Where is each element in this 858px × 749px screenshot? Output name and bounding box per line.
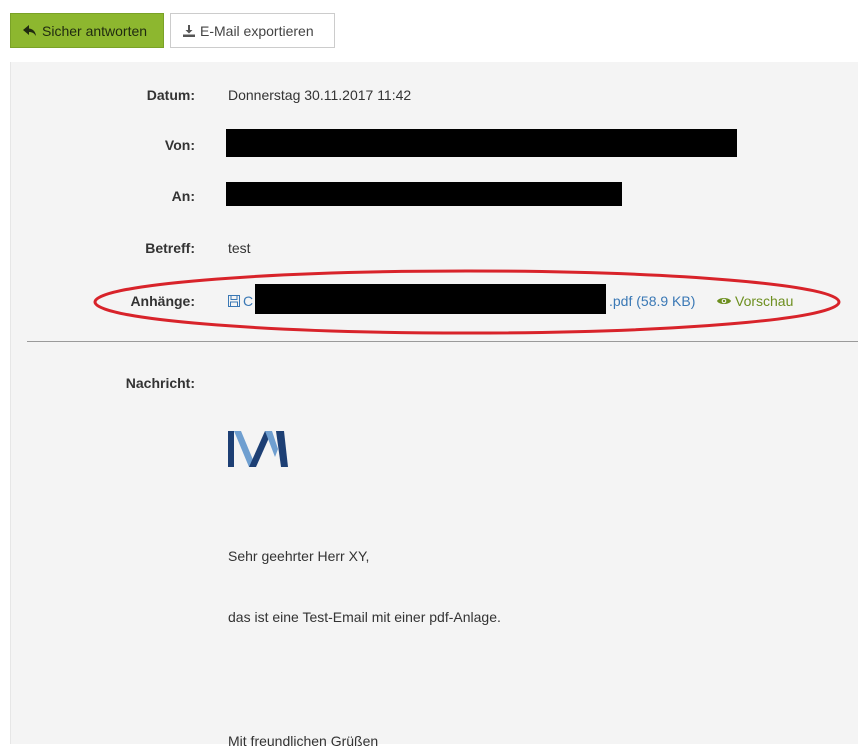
export-button-label: E-Mail exportieren	[200, 22, 314, 39]
attachments-label: Anhänge:	[130, 293, 195, 309]
from-label: Von:	[164, 137, 195, 153]
attachment-name-redacted	[255, 284, 606, 314]
export-email-button[interactable]: E-Mail exportieren	[170, 13, 335, 48]
message-closing: Mit freundlichen Grüßen	[228, 733, 379, 749]
subject-label: Betreff:	[145, 240, 195, 256]
attachment-name-end[interactable]: .pdf (58.9 KB)	[609, 293, 695, 309]
company-logo	[228, 431, 288, 467]
to-label: An:	[171, 188, 195, 204]
attachment-name-start: C	[243, 293, 254, 309]
from-redacted	[226, 129, 737, 157]
message-label: Nachricht:	[125, 375, 195, 391]
message-body: das ist eine Test-Email mit einer pdf-An…	[228, 609, 501, 625]
reply-button-label: Sicher antworten	[42, 22, 148, 39]
header-divider	[27, 341, 858, 342]
subject-value: test	[228, 240, 251, 256]
to-redacted	[226, 182, 622, 206]
download-icon	[183, 24, 195, 37]
date-value: Donnerstag 30.11.2017 11:42	[228, 87, 412, 103]
message-greeting: Sehr geehrter Herr XY,	[228, 548, 370, 564]
save-icon	[228, 295, 240, 307]
date-label: Datum:	[146, 87, 195, 103]
toolbar: Sicher antworten E-Mail exportieren	[10, 13, 335, 48]
attachment-link[interactable]: C	[228, 293, 253, 309]
eye-icon	[717, 298, 731, 304]
preview-label: Vorschau	[735, 293, 794, 309]
reply-icon	[23, 24, 36, 36]
email-panel: Datum: Donnerstag 30.11.2017 11:42 Von: …	[10, 62, 858, 749]
preview-link[interactable]: Vorschau	[717, 293, 793, 309]
reply-securely-button[interactable]: Sicher antworten	[10, 13, 164, 48]
